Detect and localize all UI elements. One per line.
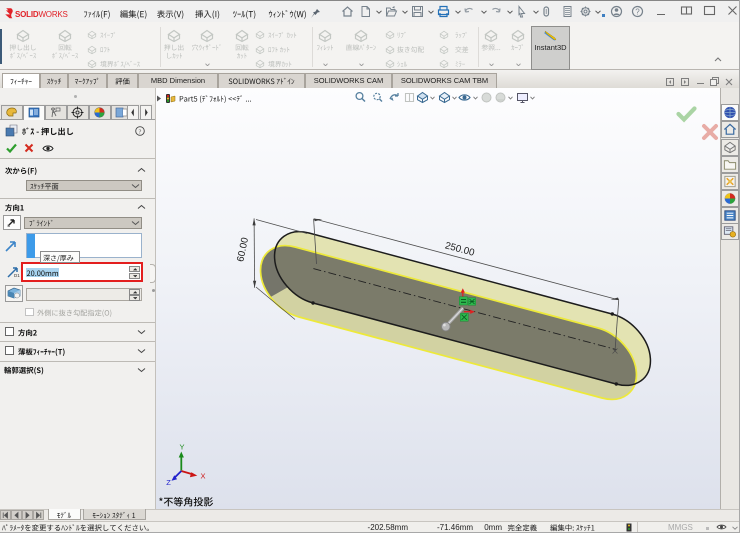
- svg-text:?: ?: [635, 7, 640, 16]
- svg-text:60.00: 60.00: [235, 236, 251, 263]
- svg-text:D1: D1: [14, 273, 20, 278]
- svg-text:SOLIDWORKS: SOLIDWORKS: [15, 10, 68, 19]
- svg-text:Z: Z: [166, 478, 171, 487]
- svg-text:?: ?: [139, 129, 142, 136]
- svg-text:X: X: [200, 472, 205, 481]
- svg-text:250.00: 250.00: [444, 240, 476, 259]
- svg-text:Y: Y: [179, 443, 184, 452]
